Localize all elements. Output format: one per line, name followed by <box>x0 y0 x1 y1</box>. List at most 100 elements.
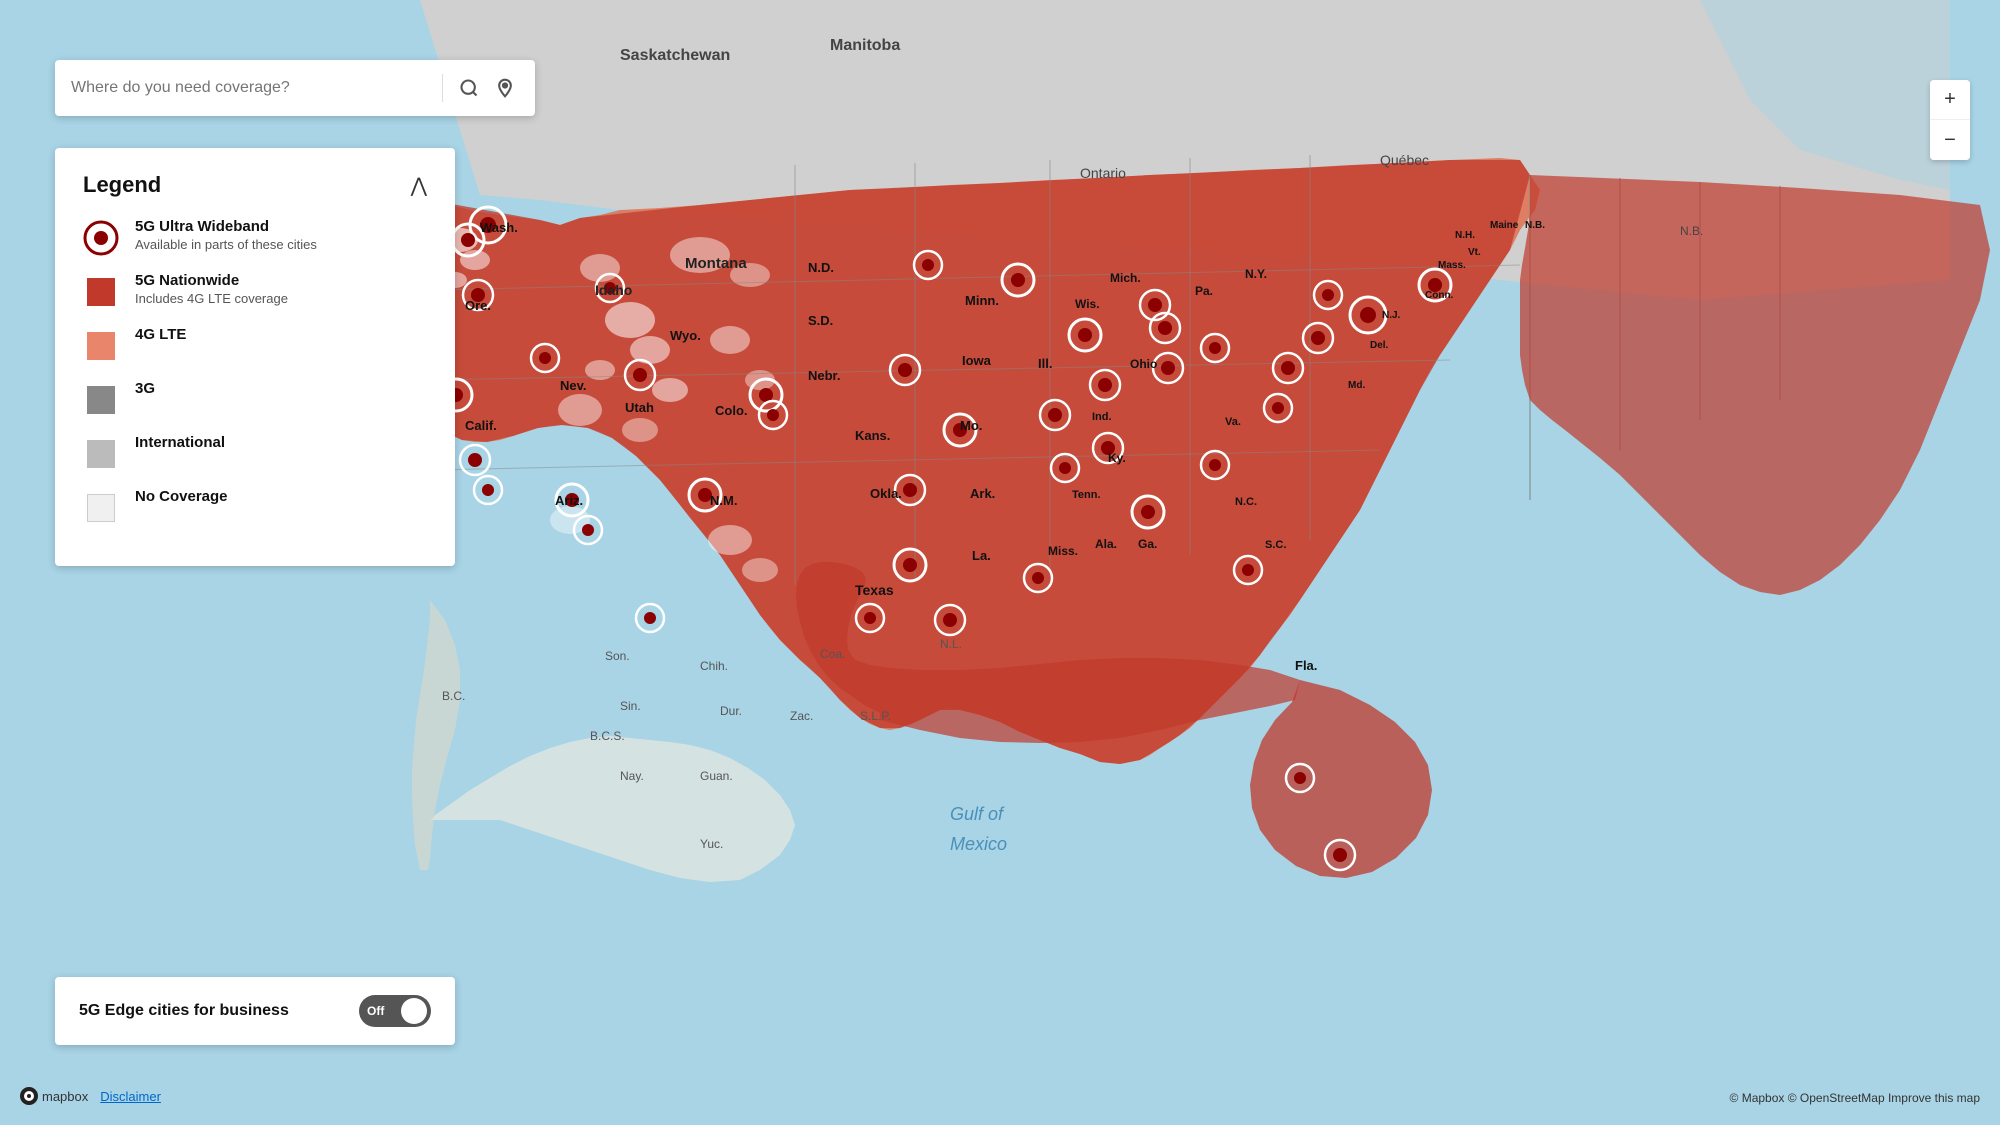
legend-icon-5g-uwb <box>83 220 119 256</box>
edge-toggle[interactable]: Off <box>359 995 431 1027</box>
legend-item-no-coverage: No Coverage <box>83 488 427 526</box>
svg-text:Montana: Montana <box>685 255 747 272</box>
legend-text-3g: 3G <box>135 380 155 397</box>
legend-text-4g-lte: 4G LTE <box>135 326 186 343</box>
svg-text:N.L.: N.L. <box>940 637 962 651</box>
search-input[interactable] <box>71 79 430 97</box>
legend-text-no-coverage: No Coverage <box>135 488 228 505</box>
legend-item-5g-nationwide: 5G Nationwide Includes 4G LTE coverage <box>83 272 427 310</box>
svg-text:Ind.: Ind. <box>1092 411 1112 423</box>
svg-text:Manitoba: Manitoba <box>830 37 900 54</box>
svg-text:N.Y.: N.Y. <box>1245 267 1267 281</box>
svg-text:Ala.: Ala. <box>1095 537 1117 551</box>
search-divider <box>442 74 443 102</box>
svg-text:N.H.: N.H. <box>1455 230 1475 241</box>
svg-text:Kans.: Kans. <box>855 428 890 443</box>
svg-text:Ontario: Ontario <box>1080 165 1126 181</box>
svg-text:Son.: Son. <box>605 649 630 663</box>
svg-text:Okla.: Okla. <box>870 486 902 501</box>
svg-text:Vt.: Vt. <box>1468 247 1481 258</box>
svg-text:Mich.: Mich. <box>1110 271 1141 285</box>
svg-text:Va.: Va. <box>1225 416 1241 428</box>
svg-text:N.D.: N.D. <box>808 260 834 275</box>
svg-text:N.J.: N.J. <box>1382 310 1401 321</box>
svg-text:Ark.: Ark. <box>970 486 995 501</box>
svg-text:Idaho: Idaho <box>595 282 632 298</box>
svg-text:Miss.: Miss. <box>1048 544 1078 558</box>
svg-text:La.: La. <box>972 548 991 563</box>
svg-text:Ill.: Ill. <box>1038 356 1052 371</box>
zoom-in-button[interactable]: + <box>1930 80 1970 120</box>
legend-title: Legend <box>83 172 161 198</box>
svg-text:Nebr.: Nebr. <box>808 368 841 383</box>
svg-text:Ky.: Ky. <box>1108 451 1126 465</box>
svg-text:Maine: Maine <box>1490 220 1519 231</box>
location-button[interactable] <box>491 73 519 103</box>
toggle-knob <box>401 998 427 1024</box>
legend-item-3g: 3G <box>83 380 427 418</box>
svg-text:Wyo.: Wyo. <box>670 328 701 343</box>
svg-text:Sin.: Sin. <box>620 699 641 713</box>
svg-text:Colo.: Colo. <box>715 403 748 418</box>
svg-text:Nay.: Nay. <box>620 769 644 783</box>
svg-text:Guan.: Guan. <box>700 769 733 783</box>
svg-text:Chih.: Chih. <box>700 659 728 673</box>
svg-text:Minn.: Minn. <box>965 293 999 308</box>
legend-item-4g-lte: 4G LTE <box>83 326 427 364</box>
legend-icon-no-coverage <box>83 490 119 526</box>
svg-text:Tenn.: Tenn. <box>1072 489 1101 501</box>
svg-text:N.B.: N.B. <box>1525 220 1545 231</box>
mapbox-circle-icon <box>20 1087 38 1105</box>
svg-text:Ore.: Ore. <box>465 298 491 313</box>
svg-text:S.D.: S.D. <box>808 313 833 328</box>
svg-text:Zac.: Zac. <box>790 709 813 723</box>
svg-text:Ariz.: Ariz. <box>555 493 583 508</box>
legend-collapse-button[interactable]: ⋀ <box>411 173 427 198</box>
svg-text:Gulf of: Gulf of <box>950 804 1005 824</box>
svg-text:Saskatchewan: Saskatchewan <box>620 47 730 64</box>
legend-panel: Legend ⋀ 5G Ultra Wideband Available in … <box>55 148 455 566</box>
svg-text:Nev.: Nev. <box>560 378 587 393</box>
svg-text:Mass.: Mass. <box>1438 260 1466 271</box>
legend-text-5g-nationwide: 5G Nationwide Includes 4G LTE coverage <box>135 272 288 306</box>
svg-text:Texas: Texas <box>855 582 894 598</box>
svg-text:B.C.: B.C. <box>442 689 465 703</box>
location-icon <box>495 77 515 99</box>
svg-text:Utah: Utah <box>625 400 654 415</box>
svg-text:S.C.: S.C. <box>1265 539 1286 551</box>
svg-text:Conn.: Conn. <box>1425 290 1454 301</box>
mapbox-logo: mapbox <box>20 1087 88 1105</box>
edge-label: 5G Edge cities for business <box>79 1002 289 1020</box>
svg-text:Iowa: Iowa <box>962 353 992 368</box>
svg-text:Ga.: Ga. <box>1138 537 1157 551</box>
svg-text:Fla.: Fla. <box>1295 658 1317 673</box>
attribution-right-text: © Mapbox © OpenStreetMap Improve this ma… <box>1730 1091 1980 1105</box>
svg-text:Pa.: Pa. <box>1195 284 1213 298</box>
svg-text:Md.: Md. <box>1348 380 1365 391</box>
svg-text:Québec: Québec <box>1380 152 1429 168</box>
svg-text:Del.: Del. <box>1370 340 1389 351</box>
legend-icon-5g-nationwide <box>83 274 119 310</box>
svg-text:N.M.: N.M. <box>710 493 737 508</box>
svg-text:N.B.: N.B. <box>1680 224 1703 238</box>
search-button[interactable] <box>455 74 483 102</box>
legend-text-5g-uwb: 5G Ultra Wideband Available in parts of … <box>135 218 317 252</box>
svg-text:Mo.: Mo. <box>960 418 982 433</box>
svg-text:Dur.: Dur. <box>720 704 742 718</box>
svg-text:Calif.: Calif. <box>465 418 497 433</box>
zoom-out-button[interactable]: − <box>1930 120 1970 160</box>
zoom-controls: + − <box>1930 80 1970 160</box>
attribution-right: © Mapbox © OpenStreetMap Improve this ma… <box>1730 1091 1980 1105</box>
legend-item-5g-uwb: 5G Ultra Wideband Available in parts of … <box>83 218 427 256</box>
attribution: mapbox Disclaimer <box>20 1087 161 1105</box>
svg-text:Wis.: Wis. <box>1075 297 1100 311</box>
legend-icon-3g <box>83 382 119 418</box>
legend-icon-4g-lte <box>83 328 119 364</box>
disclaimer-link[interactable]: Disclaimer <box>100 1089 161 1104</box>
svg-text:Coa.: Coa. <box>820 647 845 661</box>
legend-item-international: International <box>83 434 427 472</box>
legend-icon-international <box>83 436 119 472</box>
legend-text-international: International <box>135 434 225 451</box>
svg-text:Mexico: Mexico <box>950 834 1007 854</box>
legend-header: Legend ⋀ <box>83 172 427 198</box>
